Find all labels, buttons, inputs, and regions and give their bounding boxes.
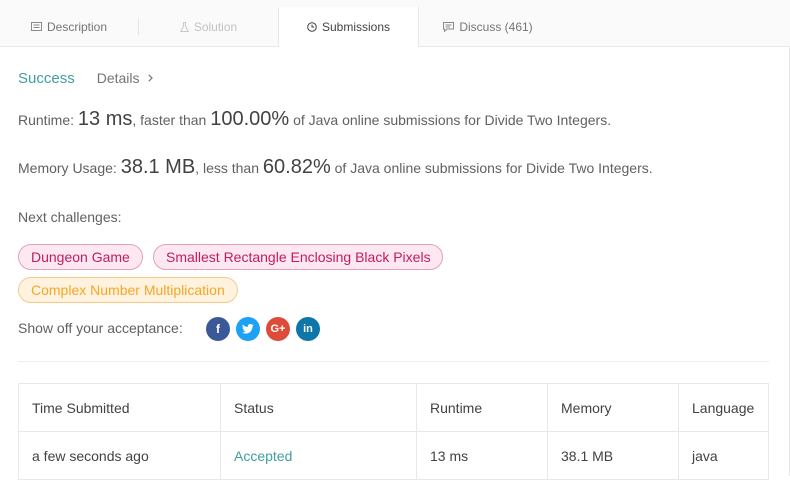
runtime-value: 13 ms [77,108,133,130]
cell-memory: 38.1 MB [548,432,679,479]
details-link[interactable]: Details [97,70,153,86]
cell-runtime: 13 ms [417,432,548,479]
tab-discuss[interactable]: Discuss (461) [418,7,558,46]
linkedin-icon[interactable]: in [296,317,320,341]
header-memory: Memory [548,384,679,431]
cell-time-submitted: a few seconds ago [19,432,221,479]
challenge-complex-number[interactable]: Complex Number Multiplication [18,277,238,303]
document-icon [30,22,42,31]
chevron-right-icon [147,74,153,82]
memory-label: Memory Usage: [18,160,121,176]
comment-icon [443,21,455,32]
header-status: Status [221,384,417,431]
tab-bar: Description Solution Submissions Discuss… [0,7,790,47]
memory-value: 38.1 MB [120,156,196,178]
tab-solution-label: Solution [193,19,238,34]
runtime-compare: , faster than [132,112,211,128]
tab-solution[interactable]: Solution [139,7,278,46]
memory-compare: , less than [195,160,263,176]
details-label: Details [96,70,140,86]
challenge-smallest-rectangle[interactable]: Smallest Rectangle Enclosing Black Pixel… [153,244,443,270]
result-header: Success Details [18,70,153,87]
tab-description-label: Description [46,19,108,34]
next-challenges-label: Next challenges: [18,209,122,225]
cell-language: java [692,447,718,464]
runtime-percent: 100.00% [210,108,290,130]
twitter-icon[interactable] [236,317,260,341]
cell-status: Accepted [221,432,417,479]
header-runtime: Runtime [417,384,548,431]
memory-line: Memory Usage: 38.1 MB, less than 60.82% … [18,156,653,179]
divider [18,361,769,362]
google-plus-icon[interactable]: G+ [266,317,290,341]
header-time-submitted: Time Submitted [19,384,221,431]
tab-discuss-label: Discuss (461) [459,19,533,34]
status-accepted-link[interactable]: Accepted [234,448,292,464]
tab-submissions[interactable]: Submissions [278,7,419,47]
table-row: a few seconds ago Accepted 13 ms 38.1 MB… [19,432,768,480]
runtime-line: Runtime: 13 ms, faster than 100.00% of J… [18,108,611,131]
challenge-dungeon-game[interactable]: Dungeon Game [18,244,143,270]
facebook-icon[interactable]: f [206,317,230,341]
tab-description[interactable]: Description [0,7,138,46]
runtime-label: Runtime: [18,112,78,128]
share-label: Show off your acceptance: [18,320,183,336]
table-header-row: Time Submitted Status Runtime Memory Lan… [19,384,768,432]
tab-submissions-label: Submissions [321,20,391,34]
submissions-table: Time Submitted Status Runtime Memory Lan… [18,383,769,480]
flask-icon [179,21,189,32]
header-language: Language [692,399,755,416]
memory-suffix: of Java online submissions for Divide Tw… [330,160,653,176]
clock-icon [307,22,317,32]
runtime-suffix: of Java online submissions for Divide Tw… [289,112,612,128]
status-success: Success [18,70,75,87]
memory-percent: 60.82% [262,156,331,178]
